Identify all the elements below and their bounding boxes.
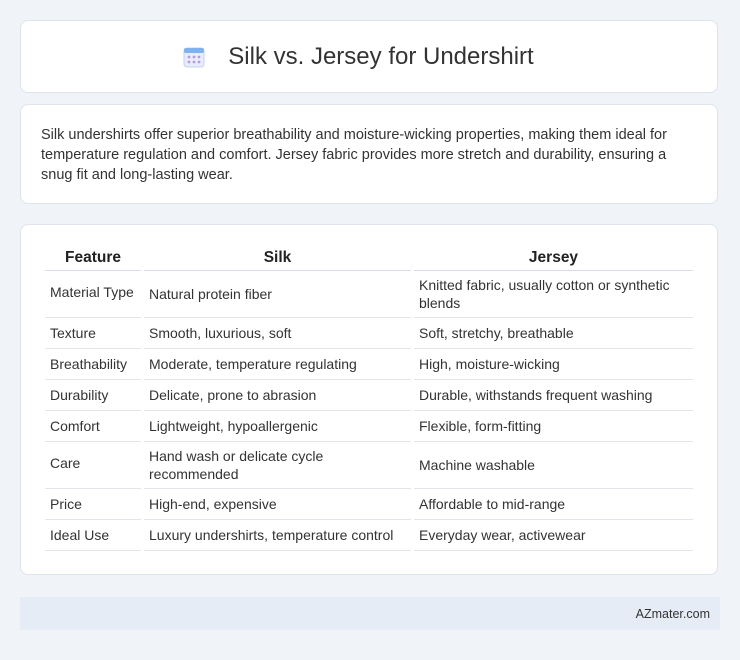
comparison-table-card: Feature Silk Jersey Material Type Natura…: [20, 224, 718, 575]
cell-silk: Delicate, prone to abrasion: [144, 380, 411, 411]
page-title: Silk vs. Jersey for Undershirt: [228, 42, 534, 70]
table-row: Price High-end, expensive Affordable to …: [45, 489, 693, 520]
cell-jersey: Everyday wear, activewear: [414, 520, 693, 551]
cell-silk: Luxury undershirts, temperature control: [144, 520, 411, 551]
cell-feature: Comfort: [45, 411, 141, 442]
cell-feature: Breathability: [45, 349, 141, 380]
cell-silk: Hand wash or delicate cycle recommended: [144, 442, 411, 489]
cell-silk: Smooth, luxurious, soft: [144, 318, 411, 349]
table-row: Care Hand wash or delicate cycle recomme…: [45, 442, 693, 489]
intro-card: Silk undershirts offer superior breathab…: [20, 104, 718, 204]
cell-jersey: Knitted fabric, usually cotton or synthe…: [414, 271, 693, 318]
header-jersey: Jersey: [414, 245, 693, 271]
cell-feature: Ideal Use: [45, 520, 141, 551]
cell-jersey: Durable, withstands frequent washing: [414, 380, 693, 411]
table-row: Material Type Natural protein fiber Knit…: [45, 271, 693, 318]
cell-silk: Lightweight, hypoallergenic: [144, 411, 411, 442]
header-silk: Silk: [144, 245, 411, 271]
calendar-icon: [182, 45, 206, 69]
table-header-row: Feature Silk Jersey: [45, 245, 693, 271]
cell-feature: Care: [45, 442, 141, 489]
cell-jersey: Machine washable: [414, 442, 693, 489]
cell-feature: Texture: [45, 318, 141, 349]
cell-feature: Durability: [45, 380, 141, 411]
footer-site-link[interactable]: AZmater.com: [636, 607, 710, 621]
cell-feature: Price: [45, 489, 141, 520]
table-row: Texture Smooth, luxurious, soft Soft, st…: [45, 318, 693, 349]
table-row: Comfort Lightweight, hypoallergenic Flex…: [45, 411, 693, 442]
table-row: Durability Delicate, prone to abrasion D…: [45, 380, 693, 411]
footer: AZmater.com: [20, 597, 720, 630]
cell-jersey: High, moisture-wicking: [414, 349, 693, 380]
cell-jersey: Affordable to mid-range: [414, 489, 693, 520]
cell-jersey: Flexible, form-fitting: [414, 411, 693, 442]
table-row: Ideal Use Luxury undershirts, temperatur…: [45, 520, 693, 551]
cell-silk: Moderate, temperature regulating: [144, 349, 411, 380]
table-row: Breathability Moderate, temperature regu…: [45, 349, 693, 380]
title-card: Silk vs. Jersey for Undershirt: [20, 20, 718, 93]
cell-silk: Natural protein fiber: [144, 271, 411, 318]
cell-jersey: Soft, stretchy, breathable: [414, 318, 693, 349]
header-feature: Feature: [45, 245, 141, 271]
comparison-table: Feature Silk Jersey Material Type Natura…: [42, 245, 696, 551]
cell-feature: Material Type: [45, 271, 141, 318]
cell-silk: High-end, expensive: [144, 489, 411, 520]
intro-text: Silk undershirts offer superior breathab…: [41, 127, 667, 183]
